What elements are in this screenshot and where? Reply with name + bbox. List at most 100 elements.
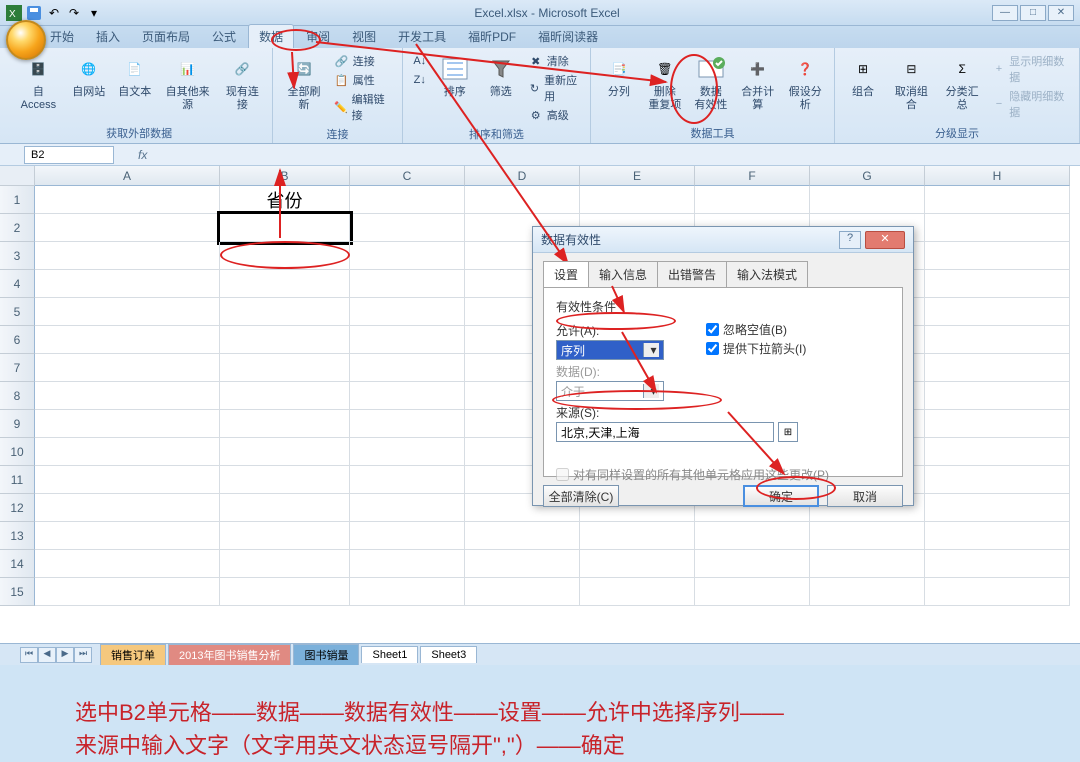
col-header[interactable]: H	[925, 166, 1070, 186]
advanced-button[interactable]: ⚙高级	[525, 106, 584, 124]
row-header[interactable]: 6	[0, 326, 35, 354]
cell[interactable]	[350, 326, 465, 354]
ok-button[interactable]: 确定	[743, 485, 819, 507]
sheet-nav-prev[interactable]: ◀	[38, 647, 56, 663]
cell[interactable]	[925, 522, 1070, 550]
cell[interactable]	[580, 578, 695, 606]
sheet-nav-last[interactable]: ⏭	[74, 647, 92, 663]
sheet-tab[interactable]: Sheet1	[361, 646, 418, 663]
cell[interactable]	[350, 550, 465, 578]
col-header[interactable]: G	[810, 166, 925, 186]
cell[interactable]	[925, 382, 1070, 410]
cell[interactable]	[350, 214, 465, 242]
tab-insert[interactable]: 插入	[86, 25, 130, 48]
cell[interactable]	[465, 522, 580, 550]
existing-conn-button[interactable]: 🔗现有连接	[218, 52, 266, 114]
col-header[interactable]: B	[220, 166, 350, 186]
whatif-button[interactable]: ❓假设分析	[782, 52, 828, 114]
row-header[interactable]: 5	[0, 298, 35, 326]
cell[interactable]	[220, 410, 350, 438]
cell[interactable]	[220, 242, 350, 270]
redo-icon[interactable]: ↷	[66, 5, 82, 21]
cell[interactable]	[350, 578, 465, 606]
cell[interactable]	[35, 354, 220, 382]
from-text-button[interactable]: 📄自文本	[113, 52, 157, 101]
filter-button[interactable]: 筛选	[479, 52, 523, 101]
edit-links-button[interactable]: ✏️编辑链接	[331, 90, 396, 124]
remove-dup-button[interactable]: 🗑删除 重复项	[643, 52, 687, 114]
cell[interactable]	[925, 466, 1070, 494]
row-header[interactable]: 13	[0, 522, 35, 550]
cell[interactable]	[925, 550, 1070, 578]
tab-developer[interactable]: 开发工具	[388, 25, 456, 48]
save-icon[interactable]	[26, 5, 42, 21]
sheet-tab[interactable]: 2013年图书销售分析	[168, 644, 291, 665]
row-header[interactable]: 15	[0, 578, 35, 606]
sort-asc-button[interactable]: A↓	[409, 52, 431, 70]
cell[interactable]	[925, 186, 1070, 214]
cell[interactable]	[350, 354, 465, 382]
tab-foxitpdf[interactable]: 福昕PDF	[458, 25, 526, 48]
cell[interactable]	[465, 578, 580, 606]
cell[interactable]	[220, 578, 350, 606]
refresh-all-button[interactable]: 🔄全部刷新	[279, 52, 328, 114]
sort-desc-button[interactable]: Z↓	[409, 71, 431, 89]
col-header[interactable]: F	[695, 166, 810, 186]
subtotal-button[interactable]: Σ分类汇总	[938, 52, 987, 114]
close-button[interactable]: ✕	[1048, 5, 1074, 21]
cell[interactable]	[925, 354, 1070, 382]
from-other-button[interactable]: 📊自其他来源	[159, 52, 217, 114]
chevron-down-icon[interactable]: ▾	[643, 343, 659, 357]
tab-view[interactable]: 视图	[342, 25, 386, 48]
sheet-tab[interactable]: Sheet3	[420, 646, 477, 663]
cell[interactable]: 省份	[220, 186, 350, 214]
cell[interactable]	[35, 270, 220, 298]
row-header[interactable]: 11	[0, 466, 35, 494]
name-box[interactable]: B2	[24, 146, 114, 164]
cell[interactable]	[220, 550, 350, 578]
tab-settings[interactable]: 设置	[543, 261, 589, 287]
reapply-button[interactable]: ↻重新应用	[525, 71, 584, 105]
cell[interactable]	[925, 242, 1070, 270]
cell[interactable]	[350, 438, 465, 466]
tab-data[interactable]: 数据	[248, 24, 294, 48]
cell[interactable]	[35, 438, 220, 466]
cell[interactable]	[35, 214, 220, 242]
cell[interactable]	[350, 270, 465, 298]
cell[interactable]	[35, 382, 220, 410]
tab-formulas[interactable]: 公式	[202, 25, 246, 48]
cell[interactable]	[35, 326, 220, 354]
cell[interactable]	[925, 214, 1070, 242]
cell[interactable]	[35, 410, 220, 438]
cell[interactable]	[695, 522, 810, 550]
cell[interactable]	[925, 438, 1070, 466]
cell[interactable]	[220, 298, 350, 326]
qat-more-icon[interactable]: ▾	[86, 5, 102, 21]
cell[interactable]	[580, 186, 695, 214]
cell[interactable]	[580, 522, 695, 550]
col-header[interactable]: D	[465, 166, 580, 186]
ungroup-button[interactable]: ⊟取消组合	[887, 52, 936, 114]
cell[interactable]	[465, 550, 580, 578]
row-header[interactable]: 14	[0, 550, 35, 578]
sort-button[interactable]: 排序	[433, 52, 477, 101]
from-web-button[interactable]: 🌐自网站	[67, 52, 111, 101]
cell[interactable]	[925, 410, 1070, 438]
tab-pagelayout[interactable]: 页面布局	[132, 25, 200, 48]
sheet-tab[interactable]: 图书销量	[293, 644, 359, 665]
cell[interactable]	[35, 298, 220, 326]
cell[interactable]	[35, 186, 220, 214]
row-header[interactable]: 12	[0, 494, 35, 522]
hide-detail-button[interactable]: −隐藏明细数据	[989, 87, 1073, 121]
show-detail-button[interactable]: +显示明细数据	[989, 52, 1073, 86]
row-header[interactable]: 10	[0, 438, 35, 466]
fx-icon[interactable]: fx	[138, 148, 147, 162]
allow-select[interactable]: 序列▾	[556, 340, 664, 360]
row-header[interactable]: 8	[0, 382, 35, 410]
tab-ime[interactable]: 输入法模式	[726, 261, 808, 287]
cell[interactable]	[350, 494, 465, 522]
cell[interactable]	[350, 186, 465, 214]
source-input[interactable]	[556, 422, 774, 442]
cell[interactable]	[925, 298, 1070, 326]
cell[interactable]	[220, 438, 350, 466]
